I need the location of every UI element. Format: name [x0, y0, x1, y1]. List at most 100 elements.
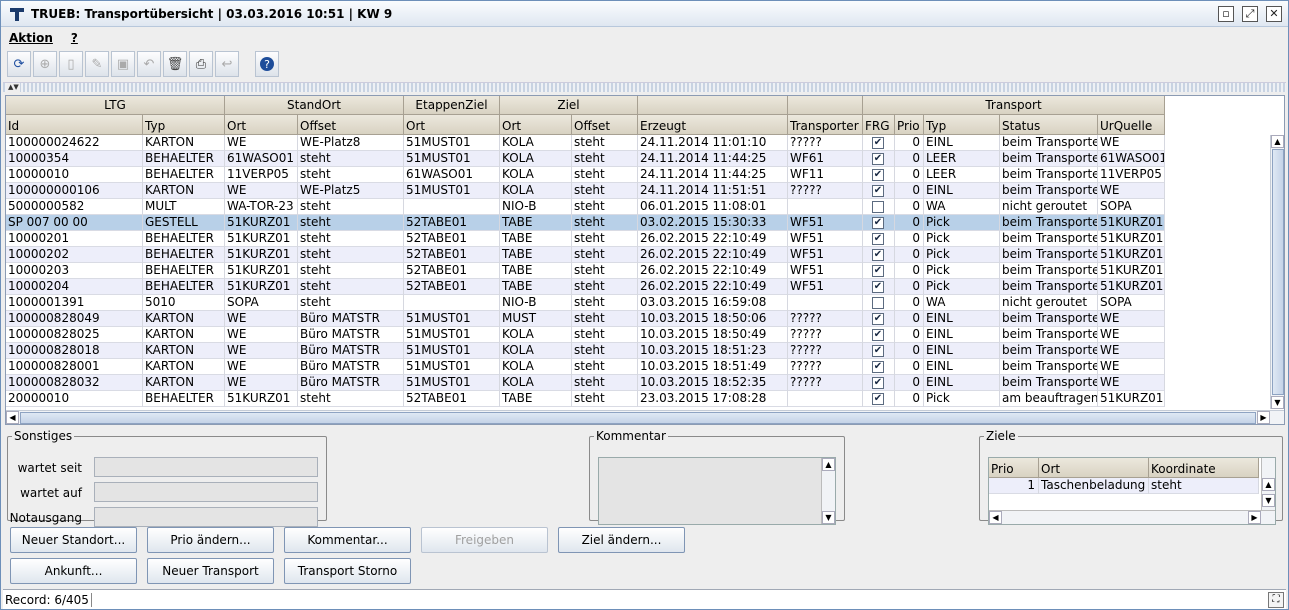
return-icon[interactable]: ↩	[215, 51, 239, 77]
frg-checkbox[interactable]: ✔	[872, 329, 884, 341]
frg-checkbox[interactable]: ✔	[872, 281, 884, 293]
undo-icon[interactable]: ↶	[137, 51, 161, 77]
wartet-seit-field[interactable]	[94, 457, 318, 477]
print-icon[interactable]: ⎙	[189, 51, 213, 77]
zoom-icon[interactable]: ⊕	[33, 51, 57, 77]
frg-checkbox[interactable]: ✔	[872, 313, 884, 325]
frg-checkbox[interactable]: ✔	[872, 377, 884, 389]
resize-icon[interactable]: ⛶	[1268, 592, 1284, 608]
column-header-prio[interactable]: Prio	[895, 115, 924, 135]
table-row[interactable]: 100000828032 KARTON WE Büro MATSTR 51MUST01 K…	[6, 375, 1165, 391]
vertical-scrollbar[interactable]: ▲ ▼	[1270, 135, 1284, 409]
ziele-col-ort[interactable]: Ort	[1039, 458, 1149, 478]
table-row[interactable]: 100000000106 KARTON WE WE-Platz5 51MUST01 KOL…	[6, 183, 1165, 199]
transport-storno-button[interactable]: Transport Storno	[284, 558, 411, 584]
table-row[interactable]: 10000203 BEHAELTER 51KURZ01 steht 52TABE01 TA…	[6, 263, 1165, 279]
table-row[interactable]: 10000204 BEHAELTER 51KURZ01 steht 52TABE01 TA…	[6, 279, 1165, 295]
column-header-status[interactable]: Status	[1000, 115, 1098, 135]
table-row[interactable]: 100000828001 KARTON WE Büro MATSTR 51MUST01 K…	[6, 359, 1165, 375]
horizontal-scrollbar[interactable]: ◀ ▶	[6, 410, 1284, 424]
table-row[interactable]: SP 007 00 00 GESTELL 51KURZ01 steht 52TABE01…	[6, 215, 1165, 231]
column-header-standort-ort[interactable]: Ort	[225, 115, 298, 135]
menu-help[interactable]: ?	[71, 31, 78, 45]
table-row[interactable]: 10000202 BEHAELTER 51KURZ01 steht 52TABE01 TA…	[6, 247, 1165, 263]
table-row[interactable]: 1000001391 5010 SOPA steht NIO-B steht 03.03.2…	[6, 295, 1165, 311]
table-row[interactable]: 10000201 BEHAELTER 51KURZ01 steht 52TABE01 TA…	[6, 231, 1165, 247]
table-row[interactable]: 100000828025 KARTON WE Büro MATSTR 51MUST01 K…	[6, 327, 1165, 343]
menu-aktion[interactable]: Aktion	[9, 31, 53, 45]
column-header-erzeugt[interactable]: Erzeugt	[638, 115, 788, 135]
scroll-up-icon[interactable]: ▲	[1271, 135, 1284, 148]
kommentar-scroll-up-icon[interactable]: ▲	[822, 458, 835, 471]
notausgang-field[interactable]	[94, 507, 318, 527]
column-header-urquelle[interactable]: UrQuelle	[1098, 115, 1165, 135]
edit-document-icon[interactable]: ✎	[85, 51, 109, 77]
frg-checkbox[interactable]	[872, 201, 884, 213]
column-header-transport-typ[interactable]: Typ	[924, 115, 1000, 135]
column-header-etappenziel-ort[interactable]: Ort	[404, 115, 500, 135]
help-icon[interactable]: ?	[255, 51, 279, 77]
frg-checkbox[interactable]: ✔	[872, 169, 884, 181]
kommentar-button[interactable]: Kommentar...	[284, 527, 411, 553]
scroll-left-icon[interactable]: ◀	[6, 411, 19, 424]
splitter[interactable]: ▲▼	[3, 82, 1286, 92]
maximize-icon[interactable]: ⤢	[1242, 6, 1258, 22]
column-header-standort-offset[interactable]: Offset	[298, 115, 404, 135]
save-icon[interactable]: ▣	[111, 51, 135, 77]
column-header-ltg-typ[interactable]: Typ	[143, 115, 225, 135]
table-row[interactable]: 20000010 BEHAELTER 51KURZ01 steht 52TABE01 TA…	[6, 391, 1165, 407]
kommentar-scrollbar[interactable]: ▲ ▼	[821, 458, 835, 524]
neuer-transport-button[interactable]: Neuer Transport	[147, 558, 274, 584]
horizontal-scroll-thumb[interactable]	[20, 412, 1256, 424]
table-row[interactable]: 5000000582 MULT WA-TOR-23 steht NIO-B steht 06…	[6, 199, 1165, 215]
toolbar: ⟳ ⊕ ▯ ✎ ▣ ↶ 🗑 ⎙ ↩ ?	[7, 51, 279, 77]
scroll-down-icon[interactable]: ▼	[1271, 396, 1284, 409]
column-header-id[interactable]: Id	[6, 115, 143, 135]
delete-icon[interactable]: 🗑	[163, 51, 187, 77]
table-row[interactable]: 100000828018 KARTON WE Büro MATSTR 51MUST01 K…	[6, 343, 1165, 359]
frg-checkbox[interactable]: ✔	[872, 185, 884, 197]
frg-checkbox[interactable]: ✔	[872, 361, 884, 373]
vertical-scroll-thumb[interactable]	[1272, 149, 1284, 395]
ziele-col-koordinate[interactable]: Koordinate	[1149, 458, 1259, 478]
frg-checkbox[interactable]: ✔	[872, 393, 884, 405]
ziele-scroll-up-icon[interactable]: ▲	[1262, 478, 1275, 491]
table-row[interactable]: 10000010 BEHAELTER 11VERP05 steht 61WASO01 KO…	[6, 167, 1165, 183]
splitter-arrows-icon[interactable]: ▲▼	[7, 83, 20, 92]
ziele-vscroll[interactable]: ▲ ▼	[1261, 458, 1275, 510]
prio-aendern-button[interactable]: Prio ändern...	[147, 527, 274, 553]
new-document-icon[interactable]: ▯	[59, 51, 83, 77]
minimize-icon[interactable]: ▫	[1218, 6, 1234, 22]
column-header-ziel-offset[interactable]: Offset	[572, 115, 638, 135]
wartet-auf-field[interactable]	[94, 482, 318, 502]
ziele-scroll-right-icon[interactable]: ▶	[1248, 511, 1261, 524]
table-row[interactable]: 10000354 BEHAELTER 61WASO01 steht 51MUST01 KO…	[6, 151, 1165, 167]
ziele-scroll-left-icon[interactable]: ◀	[989, 511, 1002, 524]
frg-checkbox[interactable]: ✔	[872, 153, 884, 165]
column-header-frg[interactable]: FRG	[863, 115, 895, 135]
frg-checkbox[interactable]: ✔	[872, 345, 884, 357]
ziele-scroll-down-icon[interactable]: ▼	[1262, 494, 1275, 507]
ziele-row[interactable]: 1 Taschenbeladung steht	[989, 478, 1259, 494]
frg-checkbox[interactable]: ✔	[872, 249, 884, 261]
close-icon[interactable]: ✕	[1266, 6, 1282, 22]
neuer-standort-button[interactable]: Neuer Standort...	[10, 527, 137, 553]
ziel-aendern-button[interactable]: Ziel ändern...	[558, 527, 685, 553]
freigeben-button[interactable]: Freigeben	[421, 527, 548, 553]
table-row[interactable]: 100000828049 KARTON WE Büro MATSTR 51MUST01 M…	[6, 311, 1165, 327]
refresh-icon[interactable]: ⟳	[7, 51, 31, 77]
ziele-hscroll[interactable]: ◀ ▶	[989, 510, 1275, 524]
ziele-col-prio[interactable]: Prio	[989, 458, 1039, 478]
column-header-transporter[interactable]: Transporter	[788, 115, 863, 135]
ankunft-button[interactable]: Ankunft...	[10, 558, 137, 584]
frg-checkbox[interactable]	[872, 297, 884, 309]
column-header-ziel-ort[interactable]: Ort	[500, 115, 572, 135]
frg-checkbox[interactable]: ✔	[872, 265, 884, 277]
table-row[interactable]: 100000024622 KARTON WE WE-Platz8 51MUST01 KOL…	[6, 135, 1165, 151]
scroll-right-icon[interactable]: ▶	[1257, 411, 1270, 424]
frg-checkbox[interactable]: ✔	[872, 233, 884, 245]
frg-checkbox[interactable]: ✔	[872, 137, 884, 149]
frg-checkbox[interactable]: ✔	[872, 217, 884, 229]
kommentar-scroll-down-icon[interactable]: ▼	[822, 511, 835, 524]
kommentar-textarea[interactable]: ▲ ▼	[598, 457, 836, 525]
